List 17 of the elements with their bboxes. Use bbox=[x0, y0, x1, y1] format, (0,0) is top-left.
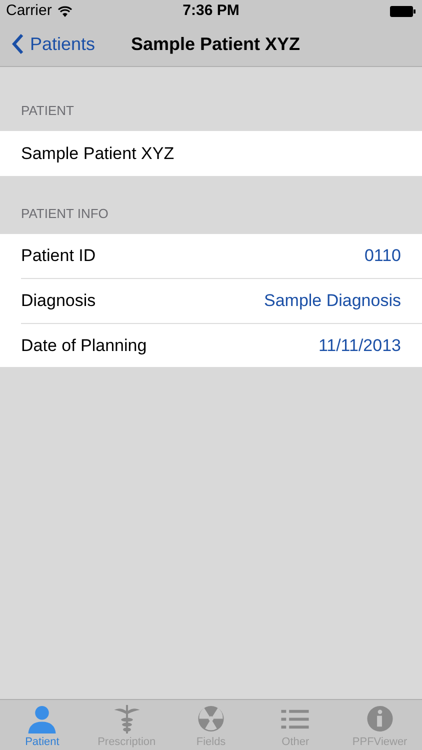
tab-item[interactable]: Patient bbox=[0, 700, 84, 750]
screen-title: Sample Patient XYZ bbox=[131, 32, 300, 56]
row-value: 0110 bbox=[364, 245, 401, 267]
row-label: Sample Patient XYZ bbox=[21, 142, 174, 164]
row-label: Diagnosis bbox=[21, 290, 96, 312]
battery-icon bbox=[390, 6, 416, 16]
carrier-label: Carrier bbox=[6, 0, 52, 21]
clock-time: 7:36 PM bbox=[182, 0, 240, 21]
wifi-icon bbox=[58, 6, 72, 16]
chevron-left-icon bbox=[12, 33, 24, 55]
row-value: Sample Diagnosis bbox=[264, 290, 401, 312]
row-label: Date of Planning bbox=[21, 334, 147, 356]
section-header: PATIENT INFO bbox=[21, 206, 108, 220]
row-label: Patient ID bbox=[21, 245, 96, 267]
row-value: 11/11/2013 bbox=[318, 334, 401, 356]
back-button[interactable]: Patients bbox=[0, 30, 96, 58]
section-header: PATIENT bbox=[21, 103, 74, 118]
